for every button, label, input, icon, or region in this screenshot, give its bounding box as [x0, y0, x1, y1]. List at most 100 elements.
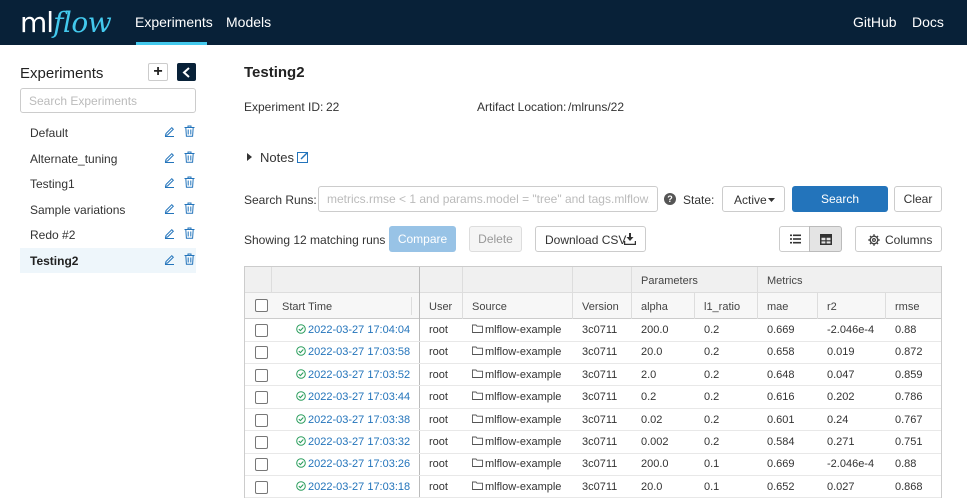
row-checkbox[interactable]: [255, 458, 268, 472]
clear-button[interactable]: Clear: [894, 186, 942, 212]
cell-l1-ratio: 0.2: [704, 324, 720, 336]
compare-button[interactable]: Compare: [389, 226, 456, 252]
cell-mae: 0.601: [767, 413, 795, 426]
sidebar-item-experiment[interactable]: Default: [20, 120, 196, 145]
mlflow-logo[interactable]: ml flow: [20, 2, 112, 42]
edit-icon[interactable]: [164, 228, 175, 239]
edit-notes-icon[interactable]: [297, 151, 309, 163]
list-view-button[interactable]: [779, 226, 810, 252]
cell-version[interactable]: 3c0711: [582, 391, 617, 403]
grid-view-button[interactable]: [809, 226, 842, 252]
cell-version[interactable]: 3c0711: [582, 346, 617, 358]
col-r2[interactable]: r2: [827, 301, 837, 313]
edit-icon[interactable]: [164, 177, 175, 188]
cell-rmse: 0.751: [895, 436, 923, 448]
caret-right-icon[interactable]: [246, 153, 253, 161]
row-checkbox[interactable]: [255, 368, 268, 382]
column-divider: [631, 267, 632, 319]
nav-experiments[interactable]: Experiments: [135, 14, 213, 30]
cell-source[interactable]: mlflow-example: [485, 481, 561, 493]
search-runs-input[interactable]: [318, 186, 658, 212]
cell-version[interactable]: 3c0711: [582, 414, 617, 426]
run-start-time-link[interactable]: 2022-03-27 17:03:26: [308, 458, 410, 470]
run-start-time-link[interactable]: 2022-03-27 17:03:32: [308, 436, 410, 448]
select-all-checkbox[interactable]: [255, 299, 268, 312]
nav-models[interactable]: Models: [226, 14, 271, 30]
sidebar-item-experiment[interactable]: Testing1: [20, 171, 196, 196]
cell-version[interactable]: 3c0711: [582, 436, 617, 448]
state-dropdown[interactable]: Active: [722, 186, 785, 212]
sidebar-item-experiment[interactable]: Redo #2: [20, 222, 196, 247]
edit-icon[interactable]: [164, 203, 175, 214]
cell-source[interactable]: mlflow-example: [485, 458, 561, 470]
trash-icon[interactable]: [184, 151, 195, 163]
sidebar-item-experiment[interactable]: Sample variations: [20, 197, 196, 222]
metrics-group-header: Metrics: [767, 275, 803, 287]
folder-icon: [472, 324, 483, 333]
table-column-header: Start Time User Source Version alpha l1_…: [245, 293, 941, 319]
cell-alpha: 2.0: [641, 368, 657, 381]
nav-github[interactable]: GitHub: [853, 14, 897, 30]
cell-version[interactable]: 3c0711: [582, 324, 617, 336]
download-csv-button[interactable]: Download CSV: [535, 226, 646, 252]
cell-source[interactable]: mlflow-example: [485, 414, 561, 426]
col-user[interactable]: User: [429, 301, 452, 313]
columns-label: Columns: [885, 233, 933, 247]
col-l1-ratio[interactable]: l1_ratio: [704, 301, 740, 313]
experiment-name: Redo #2: [30, 228, 76, 242]
run-start-time-link[interactable]: 2022-03-27 17:04:04: [308, 324, 410, 336]
check-circle-icon: [296, 346, 306, 357]
col-mae[interactable]: mae: [767, 301, 788, 313]
trash-icon[interactable]: [184, 202, 195, 214]
search-experiments-input[interactable]: [20, 88, 196, 113]
row-checkbox[interactable]: [255, 480, 268, 494]
columns-button[interactable]: Columns: [855, 226, 942, 252]
cell-version[interactable]: 3c0711: [582, 369, 617, 381]
cell-version[interactable]: 3c0711: [582, 458, 617, 470]
help-icon[interactable]: ?: [664, 193, 676, 205]
edit-icon[interactable]: [164, 126, 175, 137]
col-version[interactable]: Version: [582, 301, 619, 313]
sidebar-item-experiment[interactable]: Testing2: [20, 248, 196, 273]
notes-toggle[interactable]: Notes: [260, 150, 294, 165]
run-start-time-link[interactable]: 2022-03-27 17:03:52: [308, 369, 410, 381]
check-circle-icon: [296, 480, 306, 491]
run-start-time-link[interactable]: 2022-03-27 17:03:58: [308, 346, 410, 358]
cell-l1-ratio: 0.2: [704, 346, 720, 359]
trash-icon[interactable]: [184, 253, 195, 265]
run-start-time-link[interactable]: 2022-03-27 17:03:44: [308, 391, 410, 403]
search-button[interactable]: Search: [792, 186, 888, 212]
table-row: 2022-03-27 17:04:04 root mlflow-example 3c0…: [245, 319, 941, 342]
edit-icon[interactable]: [164, 152, 175, 163]
row-checkbox[interactable]: [255, 324, 268, 337]
cell-source[interactable]: mlflow-example: [485, 324, 561, 336]
nav-docs[interactable]: Docs: [912, 14, 944, 30]
trash-icon[interactable]: [184, 176, 195, 188]
cell-source[interactable]: mlflow-example: [485, 436, 561, 448]
col-rmse[interactable]: rmse: [895, 301, 919, 313]
col-source[interactable]: Source: [472, 301, 507, 313]
edit-icon[interactable]: [164, 254, 175, 265]
run-start-time-link[interactable]: 2022-03-27 17:03:38: [308, 414, 410, 426]
cell-version[interactable]: 3c0711: [582, 481, 617, 493]
col-start-time[interactable]: Start Time: [282, 301, 332, 313]
cell-source[interactable]: mlflow-example: [485, 391, 561, 403]
cell-source[interactable]: mlflow-example: [485, 346, 561, 358]
trash-icon[interactable]: [184, 125, 195, 137]
row-checkbox[interactable]: [255, 346, 268, 360]
trash-icon[interactable]: [184, 227, 195, 239]
collapse-sidebar-button[interactable]: [177, 63, 196, 81]
experiment-name: Alternate_tuning: [30, 152, 118, 166]
add-experiment-button[interactable]: +: [148, 63, 168, 81]
experiment-name: Default: [30, 126, 69, 140]
sidebar-item-experiment[interactable]: Alternate_tuning: [20, 146, 196, 171]
row-checkbox[interactable]: [255, 391, 268, 405]
gear-icon: [868, 234, 880, 246]
cell-rmse: 0.88: [895, 458, 917, 471]
run-start-time-link[interactable]: 2022-03-27 17:03:18: [308, 481, 410, 493]
row-checkbox[interactable]: [255, 413, 268, 427]
delete-button[interactable]: Delete: [469, 226, 522, 252]
row-checkbox[interactable]: [255, 436, 268, 449]
cell-source[interactable]: mlflow-example: [485, 369, 561, 381]
col-alpha[interactable]: alpha: [641, 301, 668, 313]
